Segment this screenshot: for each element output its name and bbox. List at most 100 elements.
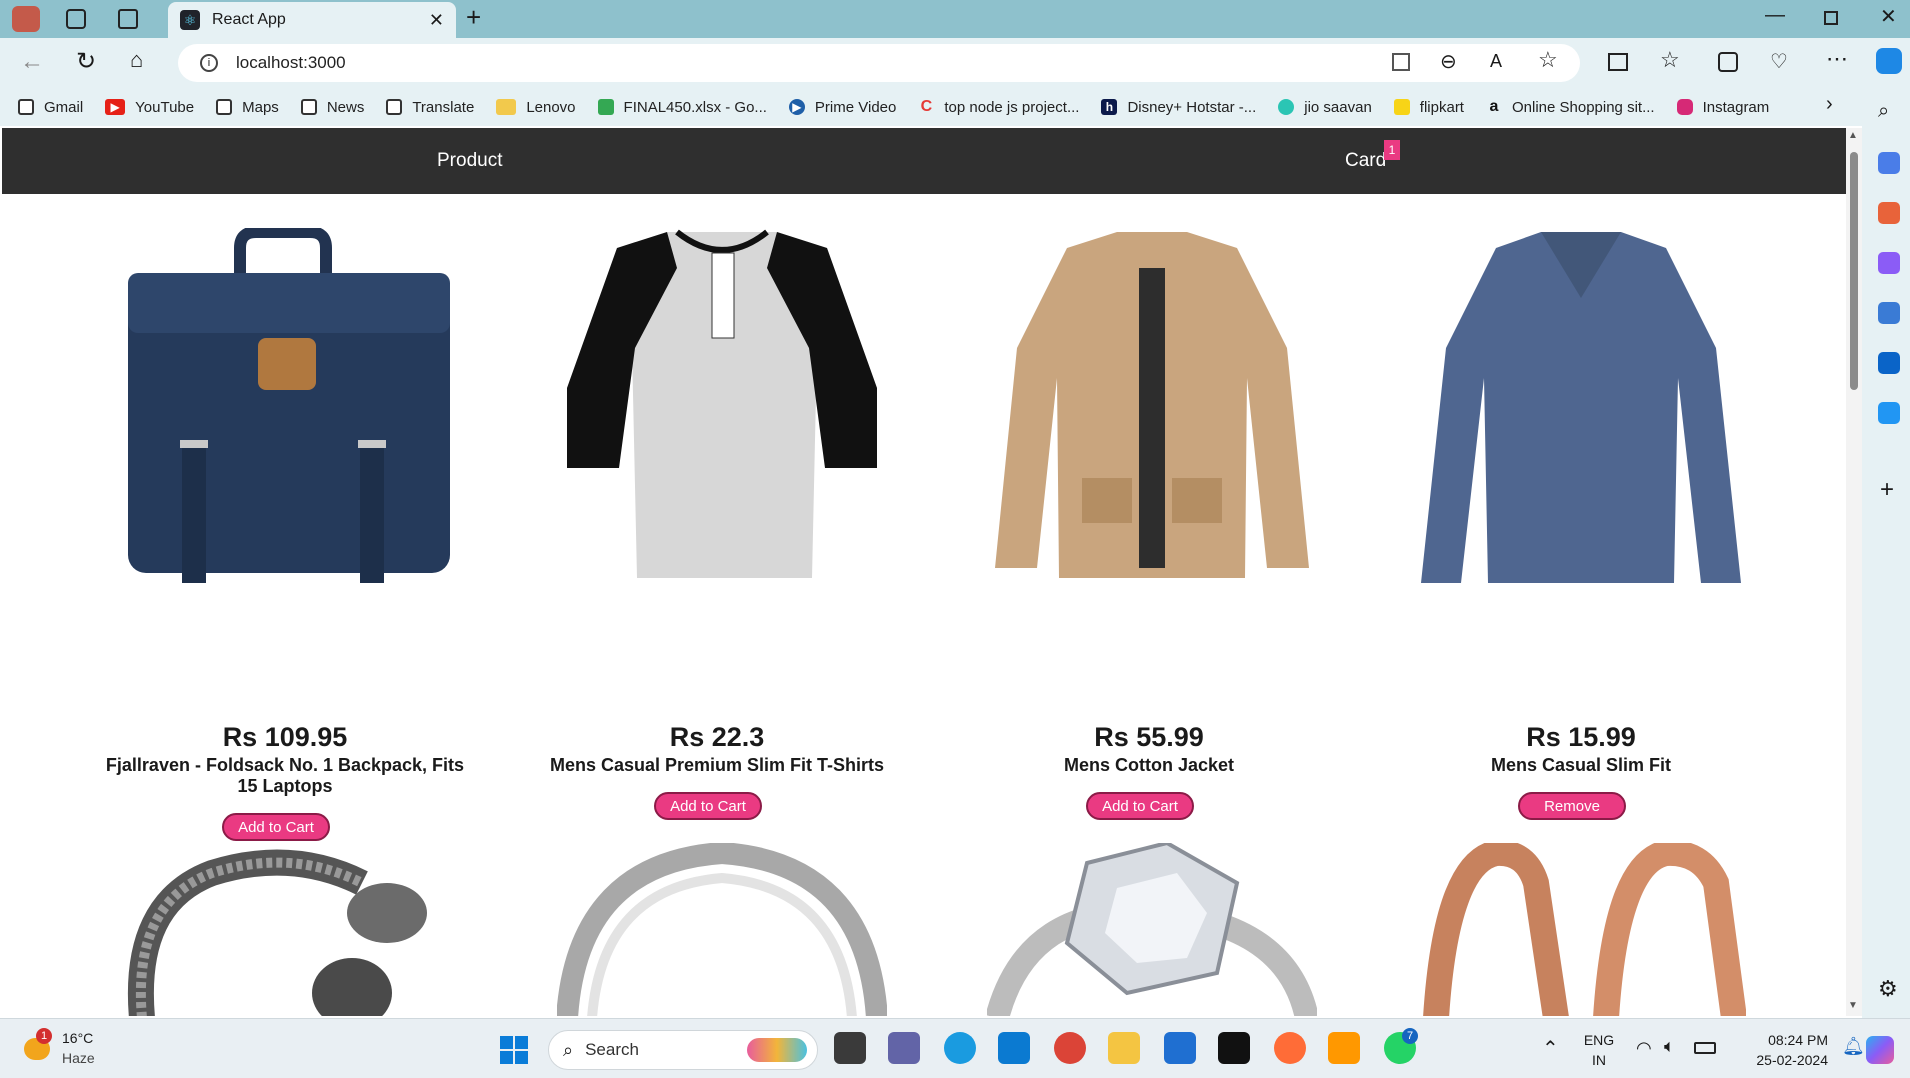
wifi-icon[interactable]: ◠ [1636, 1038, 1652, 1059]
copilot-icon[interactable] [1876, 48, 1902, 74]
cart-count-badge: 1 [1384, 140, 1400, 160]
games-icon[interactable] [1878, 252, 1900, 274]
outlook-icon[interactable] [1878, 352, 1900, 374]
close-window-icon[interactable]: ✕ [1880, 4, 1897, 29]
task-view-icon[interactable] [834, 1032, 866, 1064]
windows-start-icon[interactable] [500, 1036, 528, 1064]
folder-icon [496, 99, 517, 115]
add-sidebar-icon[interactable]: + [1880, 476, 1894, 504]
product-image-bracelet[interactable] [122, 843, 442, 1016]
address-bar[interactable]: i localhost:3000 [178, 44, 1580, 82]
nav-product-link[interactable]: Product [437, 128, 502, 194]
restore-icon[interactable] [1824, 11, 1838, 25]
microsoft365-icon[interactable] [1878, 302, 1900, 324]
fav-maps[interactable]: Maps [216, 99, 279, 116]
product-image-ring[interactable] [557, 843, 887, 1016]
performance-icon[interactable]: ♡ [1770, 49, 1788, 74]
site-info-icon[interactable]: i [200, 54, 218, 72]
product-image-backpack[interactable] [120, 228, 450, 588]
add-to-cart-button[interactable]: Add to Cart [654, 792, 762, 820]
postman-icon[interactable] [1274, 1032, 1306, 1064]
minimize-icon[interactable]: — [1765, 4, 1785, 27]
refresh-icon[interactable]: ↻ [76, 47, 96, 76]
weather-widget[interactable]: 1 16°C Haze [22, 1026, 132, 1070]
close-tab-icon[interactable]: ✕ [429, 10, 444, 31]
browser-tab[interactable]: ⚛ React App ✕ [168, 2, 456, 38]
product-name: Mens Casual Slim Fit [1490, 755, 1672, 775]
jiosaavn-icon [1278, 99, 1295, 115]
nav-cart-link[interactable]: Card [1345, 128, 1386, 194]
clock[interactable]: 08:24 PM 25-02-2024 [1730, 1030, 1828, 1070]
fav-news[interactable]: News [300, 99, 364, 116]
collections-icon[interactable] [1718, 52, 1738, 72]
fav-flipkart[interactable]: flipkart [1393, 99, 1464, 116]
split-screen-icon[interactable] [1608, 53, 1628, 71]
add-to-cart-button[interactable]: Add to Cart [222, 813, 330, 841]
volume-icon[interactable]: 🔈︎ [1664, 1036, 1675, 1057]
fav-jiosaavn[interactable]: jio saavan [1278, 99, 1372, 116]
chevron-right-icon[interactable]: › [1826, 93, 1833, 116]
intellij-icon[interactable] [1218, 1032, 1250, 1064]
teams-icon[interactable] [888, 1032, 920, 1064]
clock-date: 25-02-2024 [1756, 1052, 1828, 1068]
page-icon [386, 99, 403, 115]
tab-actions-icon[interactable] [118, 9, 138, 29]
store-icon[interactable] [1164, 1032, 1196, 1064]
fav-node-projects[interactable]: Ctop node js project... [918, 98, 1080, 116]
search-sidebar-icon[interactable]: ⌕ [1878, 100, 1889, 123]
notification-bell-icon[interactable]: 🔔︎ [1842, 1036, 1865, 1057]
add-to-cart-button[interactable]: Add to Cart [1086, 792, 1194, 820]
chrome-icon[interactable] [1054, 1032, 1086, 1064]
page-viewport: Product Card 1 Rs 109.95 Fjallraven - Fo… [2, 128, 1846, 1016]
language-indicator[interactable]: ENG IN [1582, 1030, 1616, 1070]
product-image-longsleeve[interactable] [1416, 228, 1746, 588]
taskbar-search-box[interactable]: ⌕ Search [548, 1030, 818, 1070]
product-image-rose-gold-rings[interactable] [1416, 843, 1746, 1016]
fav-gmail[interactable]: Gmail [18, 99, 83, 116]
tab-title: React App [212, 11, 286, 28]
fav-hotstar[interactable]: h Disney+ Hotstar -... [1101, 99, 1256, 116]
back-icon[interactable]: ← [20, 48, 44, 76]
fav-amazon[interactable]: a Online Shopping sit... [1486, 98, 1655, 116]
fav-prime-video[interactable]: ▶ Prime Video [788, 99, 896, 116]
remove-from-cart-button[interactable]: Remove [1518, 792, 1626, 820]
product-image-jacket[interactable] [987, 228, 1317, 588]
tray-chevron-icon[interactable]: ⌃ [1542, 1036, 1559, 1061]
app-available-icon[interactable] [1392, 53, 1410, 71]
workspaces-icon[interactable] [66, 9, 86, 29]
file-explorer-icon[interactable] [1108, 1032, 1140, 1064]
language-code: ENG [1583, 1032, 1615, 1048]
read-aloud-icon[interactable]: A [1490, 51, 1502, 72]
scroll-down-arrow[interactable]: ▼ [1848, 1000, 1858, 1011]
sublime-icon[interactable] [1328, 1032, 1360, 1064]
settings-icon[interactable]: ⚙ [1878, 976, 1898, 1002]
amazon-icon: a [1489, 98, 1499, 115]
favorites-icon[interactable]: ☆ [1660, 47, 1680, 73]
fav-lenovo[interactable]: Lenovo [496, 99, 576, 116]
shopping-icon[interactable] [1878, 152, 1900, 174]
product-image-diamond-ring[interactable] [987, 843, 1317, 1016]
app-navbar: Product Card 1 [2, 128, 1846, 194]
new-tab-icon[interactable]: + [466, 2, 481, 33]
vscode-icon[interactable] [998, 1032, 1030, 1064]
scroll-up-arrow[interactable]: ▲ [1848, 130, 1858, 141]
edge-icon[interactable] [944, 1032, 976, 1064]
product-image-tshirt[interactable] [557, 228, 887, 588]
profile-avatar[interactable] [12, 6, 40, 32]
favorite-star-icon[interactable]: ☆ [1538, 47, 1558, 73]
fav-instagram[interactable]: Instagram [1676, 99, 1769, 116]
home-icon[interactable]: ⌂ [130, 47, 143, 73]
fav-translate[interactable]: Translate [386, 99, 474, 116]
battery-icon[interactable] [1694, 1042, 1716, 1054]
zoom-icon[interactable]: ⊖ [1440, 49, 1457, 74]
more-icon[interactable]: ⋯ [1826, 46, 1848, 72]
prime-video-icon: ▶ [788, 99, 805, 115]
fav-youtube[interactable]: ▶ YouTube [105, 99, 194, 116]
tools-icon[interactable] [1878, 202, 1900, 224]
taskbar-search-label: Search [585, 1040, 639, 1059]
copilot-taskbar-icon[interactable] [1866, 1036, 1894, 1064]
drop-icon[interactable] [1878, 402, 1900, 424]
scrollbar-thumb[interactable] [1850, 152, 1858, 390]
region-code: IN [1592, 1052, 1606, 1068]
fav-final450[interactable]: FINAL450.xlsx - Go... [597, 99, 767, 116]
